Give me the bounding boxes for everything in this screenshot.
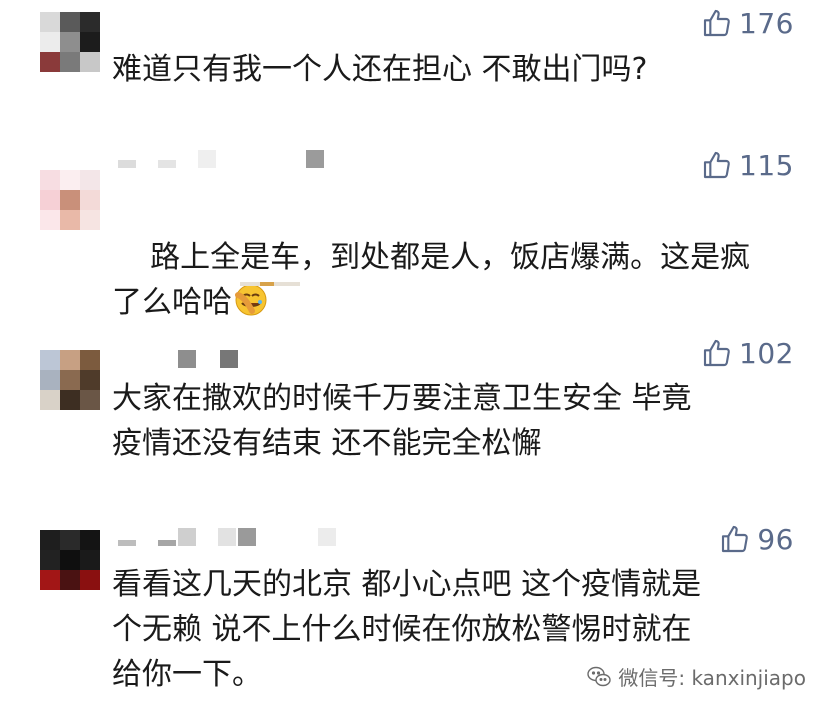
avatar[interactable]	[40, 350, 100, 410]
like-button[interactable]: 176	[701, 6, 794, 40]
like-button[interactable]: 102	[701, 336, 794, 370]
thumbs-up-icon	[703, 9, 730, 37]
divider-blurred	[240, 282, 300, 286]
comment-text: 大家在撒欢的时候千万要注意卫生安全 毕竟 疫情还没有结束 还不能完全松懈	[112, 381, 692, 461]
thumbs-up-icon	[722, 525, 749, 553]
wechat-watermark: 微信号: kanxinjiapo	[586, 662, 806, 691]
thumbs-up-icon	[703, 151, 730, 179]
comment-text: 路上全是车，到处都是人，饭店爆满。这是疯 了么哈哈	[112, 190, 792, 370]
comment-text: 难道只有我一个人还在担心 不敢出门吗?	[112, 52, 648, 87]
facepalm-laughing-emoji-icon	[235, 284, 267, 316]
avatar[interactable]	[40, 12, 100, 72]
avatar[interactable]	[40, 530, 100, 590]
username-blurred	[118, 150, 338, 168]
like-button[interactable]: 96	[719, 522, 794, 556]
like-button[interactable]: 115	[701, 148, 794, 182]
username-blurred	[118, 528, 336, 546]
like-count: 176	[739, 6, 794, 40]
username-blurred	[178, 350, 258, 368]
watermark-text: 微信号: kanxinjiapo	[618, 666, 806, 690]
like-count: 115	[739, 148, 794, 182]
wechat-icon	[587, 666, 612, 686]
like-count: 96	[757, 522, 794, 556]
thumbs-up-icon	[703, 339, 730, 367]
like-count: 102	[739, 336, 794, 370]
comment-text-body: 路上全是车，到处都是人，饭店爆满。这是疯 了么哈哈	[112, 240, 751, 320]
avatar[interactable]	[40, 170, 100, 230]
